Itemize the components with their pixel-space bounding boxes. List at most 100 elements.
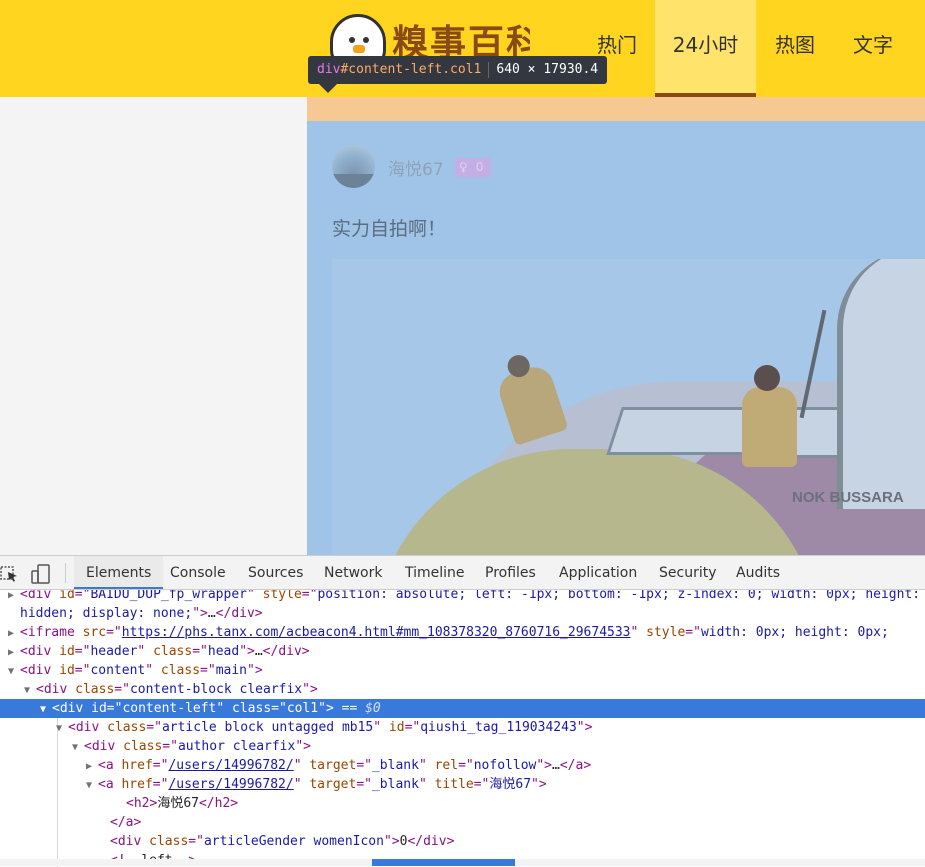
logo-text: 糗事百科 bbox=[392, 22, 530, 62]
content-left-highlight: 海悦67 ♀ 0 实力自拍啊！ NOK BUSSARA bbox=[307, 121, 925, 555]
dom-node[interactable]: ▼ <div class="article block untagged mb15… bbox=[0, 718, 925, 737]
dom-node[interactable]: ▶ <a href="/users/14996782/" target="_bla… bbox=[0, 756, 925, 775]
dom-token: id bbox=[59, 590, 75, 602]
dom-token: "> bbox=[318, 701, 334, 716]
dom-token: articleGender womenIcon bbox=[203, 834, 384, 849]
dom-token: content-left bbox=[122, 701, 217, 716]
dom-token: <div bbox=[20, 663, 60, 678]
dom-node[interactable]: <div class="articleGender womenIcon">0</… bbox=[0, 832, 925, 851]
dom-token: "> bbox=[239, 644, 255, 659]
dom-token: _blank bbox=[371, 758, 419, 773]
dom-token: "> bbox=[295, 739, 311, 754]
dom-token: col1 bbox=[286, 701, 319, 716]
dom-node[interactable]: ▶ <iframe src="https://phs.tanx.com/acbea… bbox=[0, 623, 925, 642]
gender-count: 0 bbox=[475, 160, 484, 174]
device-mode-icon[interactable] bbox=[30, 563, 50, 584]
expand-arrow-icon[interactable]: ▶ bbox=[8, 590, 20, 605]
tab-timeline[interactable]: Timeline bbox=[405, 556, 465, 589]
left-gutter bbox=[0, 97, 307, 555]
collapse-arrow-icon[interactable]: ▼ bbox=[56, 719, 68, 738]
dom-token: </h2> bbox=[198, 796, 239, 811]
dom-token: =" bbox=[271, 701, 287, 716]
collapse-arrow-icon[interactable]: ▼ bbox=[24, 681, 36, 700]
dom-token: "> bbox=[531, 777, 547, 792]
dom-token: href bbox=[121, 758, 153, 773]
expand-arrow-icon[interactable]: ▶ bbox=[86, 757, 98, 776]
site-logo[interactable]: 糗事百科 bbox=[330, 12, 530, 62]
dom-token: class bbox=[75, 682, 115, 697]
dom-node[interactable]: hidden; display: none;">…</div> bbox=[0, 604, 925, 623]
collapse-arrow-icon[interactable]: ▼ bbox=[72, 738, 84, 757]
article-photo[interactable]: NOK BUSSARA bbox=[332, 259, 925, 555]
author-avatar[interactable] bbox=[332, 145, 375, 188]
expand-arrow-icon[interactable]: ▶ bbox=[8, 643, 20, 662]
dom-node[interactable]: ▼ <a href="/users/14996782/" target="_bla… bbox=[0, 775, 925, 794]
dom-node[interactable]: </a> bbox=[0, 813, 925, 832]
dom-token: =" bbox=[356, 758, 372, 773]
dom-token[interactable]: /users/14996782/ bbox=[168, 777, 293, 792]
dom-token: " bbox=[630, 625, 647, 640]
tooltip-tag: div bbox=[317, 62, 341, 77]
tab-security[interactable]: Security bbox=[659, 556, 717, 589]
dom-token: =" bbox=[74, 663, 91, 678]
dom-token: nofollow bbox=[473, 758, 537, 773]
dom-token[interactable]: /users/14996782/ bbox=[168, 758, 293, 773]
gender-badge: ♀ 0 bbox=[455, 158, 491, 177]
dom-token: " bbox=[137, 644, 154, 659]
dom-token: =" bbox=[356, 777, 372, 792]
dom-token: qiushi_tag_119034243 bbox=[420, 720, 577, 735]
collapse-arrow-icon[interactable]: ▼ bbox=[8, 662, 20, 681]
inspect-element-icon[interactable] bbox=[0, 563, 20, 583]
tab-elements[interactable]: Elements bbox=[74, 556, 164, 589]
dom-token: " bbox=[247, 590, 263, 602]
dom-token: =" bbox=[473, 777, 490, 792]
dom-node[interactable]: ▶ <div id="BAIDU_DUP_fp_wrapper" style="p… bbox=[0, 590, 925, 604]
dom-token: <div bbox=[110, 834, 150, 849]
dom-token: " bbox=[373, 720, 389, 735]
dom-token: "> bbox=[302, 682, 318, 697]
tab-console[interactable]: Console bbox=[170, 556, 226, 589]
tab-profiles[interactable]: Profiles bbox=[485, 556, 536, 589]
dom-token[interactable]: https://phs.tanx.com/acbeacon4.html#mm_1… bbox=[122, 625, 631, 640]
dom-tree: ▶ <div id="BAIDU_DUP_fp_wrapper" style="p… bbox=[0, 590, 925, 867]
collapse-arrow-icon[interactable]: ▼ bbox=[86, 776, 98, 795]
tab-audits[interactable]: Audits bbox=[736, 556, 780, 589]
dom-token: content bbox=[90, 663, 146, 678]
dom-token: $0 bbox=[365, 701, 381, 716]
dom-token: =" bbox=[106, 701, 123, 716]
dom-token: =" bbox=[192, 644, 208, 659]
tab-application[interactable]: Application bbox=[559, 556, 637, 589]
collapse-arrow-icon[interactable]: ▼ bbox=[40, 700, 52, 719]
dom-node-selected[interactable]: ▼ <div id="content-left" class="col1"> ==… bbox=[0, 699, 925, 718]
dom-token: target bbox=[309, 777, 357, 792]
dom-token: =" bbox=[74, 590, 91, 602]
nav-hot-images[interactable]: 热图 bbox=[762, 0, 828, 93]
tab-network[interactable]: Network bbox=[324, 556, 382, 589]
dom-breadcrumb-bar[interactable] bbox=[0, 859, 925, 866]
nav-text[interactable]: 文字 bbox=[840, 0, 906, 93]
dom-token: <div bbox=[52, 701, 92, 716]
dom-token: <iframe bbox=[20, 625, 83, 640]
dom-token: <div bbox=[68, 720, 108, 735]
dom-node[interactable]: ▼ <div class="author clearfix"> bbox=[0, 737, 925, 756]
dom-node[interactable]: ▼ <div id="content" class="main"> bbox=[0, 661, 925, 680]
dom-node[interactable]: <h2>海悦67</h2> bbox=[0, 794, 925, 813]
inspector-tooltip: div#content-left.col1 640 × 17930.4 bbox=[308, 56, 608, 84]
breadcrumb-selected[interactable] bbox=[372, 859, 515, 866]
devtools-toolbar: Elements Console Sources Network Timelin… bbox=[0, 556, 925, 590]
dom-token: " bbox=[418, 777, 435, 792]
tab-sources[interactable]: Sources bbox=[248, 556, 303, 589]
dom-token: article block untagged mb15 bbox=[161, 720, 374, 735]
article-text[interactable]: 实力自拍啊！ bbox=[332, 214, 446, 241]
dom-token: class bbox=[153, 644, 193, 659]
dom-token: rel bbox=[434, 758, 459, 773]
nav-24-hours[interactable]: 24小时 bbox=[655, 0, 756, 97]
dom-token: class bbox=[160, 663, 201, 678]
dom-token: =" bbox=[152, 758, 169, 773]
dom-node[interactable]: ▼ <div class="content-block clearfix"> bbox=[0, 680, 925, 699]
author-name[interactable]: 海悦67 bbox=[388, 155, 444, 180]
expand-arrow-icon[interactable]: ▶ bbox=[8, 624, 20, 643]
plane-livery-text: NOK BUSSARA bbox=[792, 489, 904, 506]
dom-node[interactable]: ▶ <div id="header" class="head">…</div> bbox=[0, 642, 925, 661]
tooltip-arrow bbox=[319, 84, 337, 93]
